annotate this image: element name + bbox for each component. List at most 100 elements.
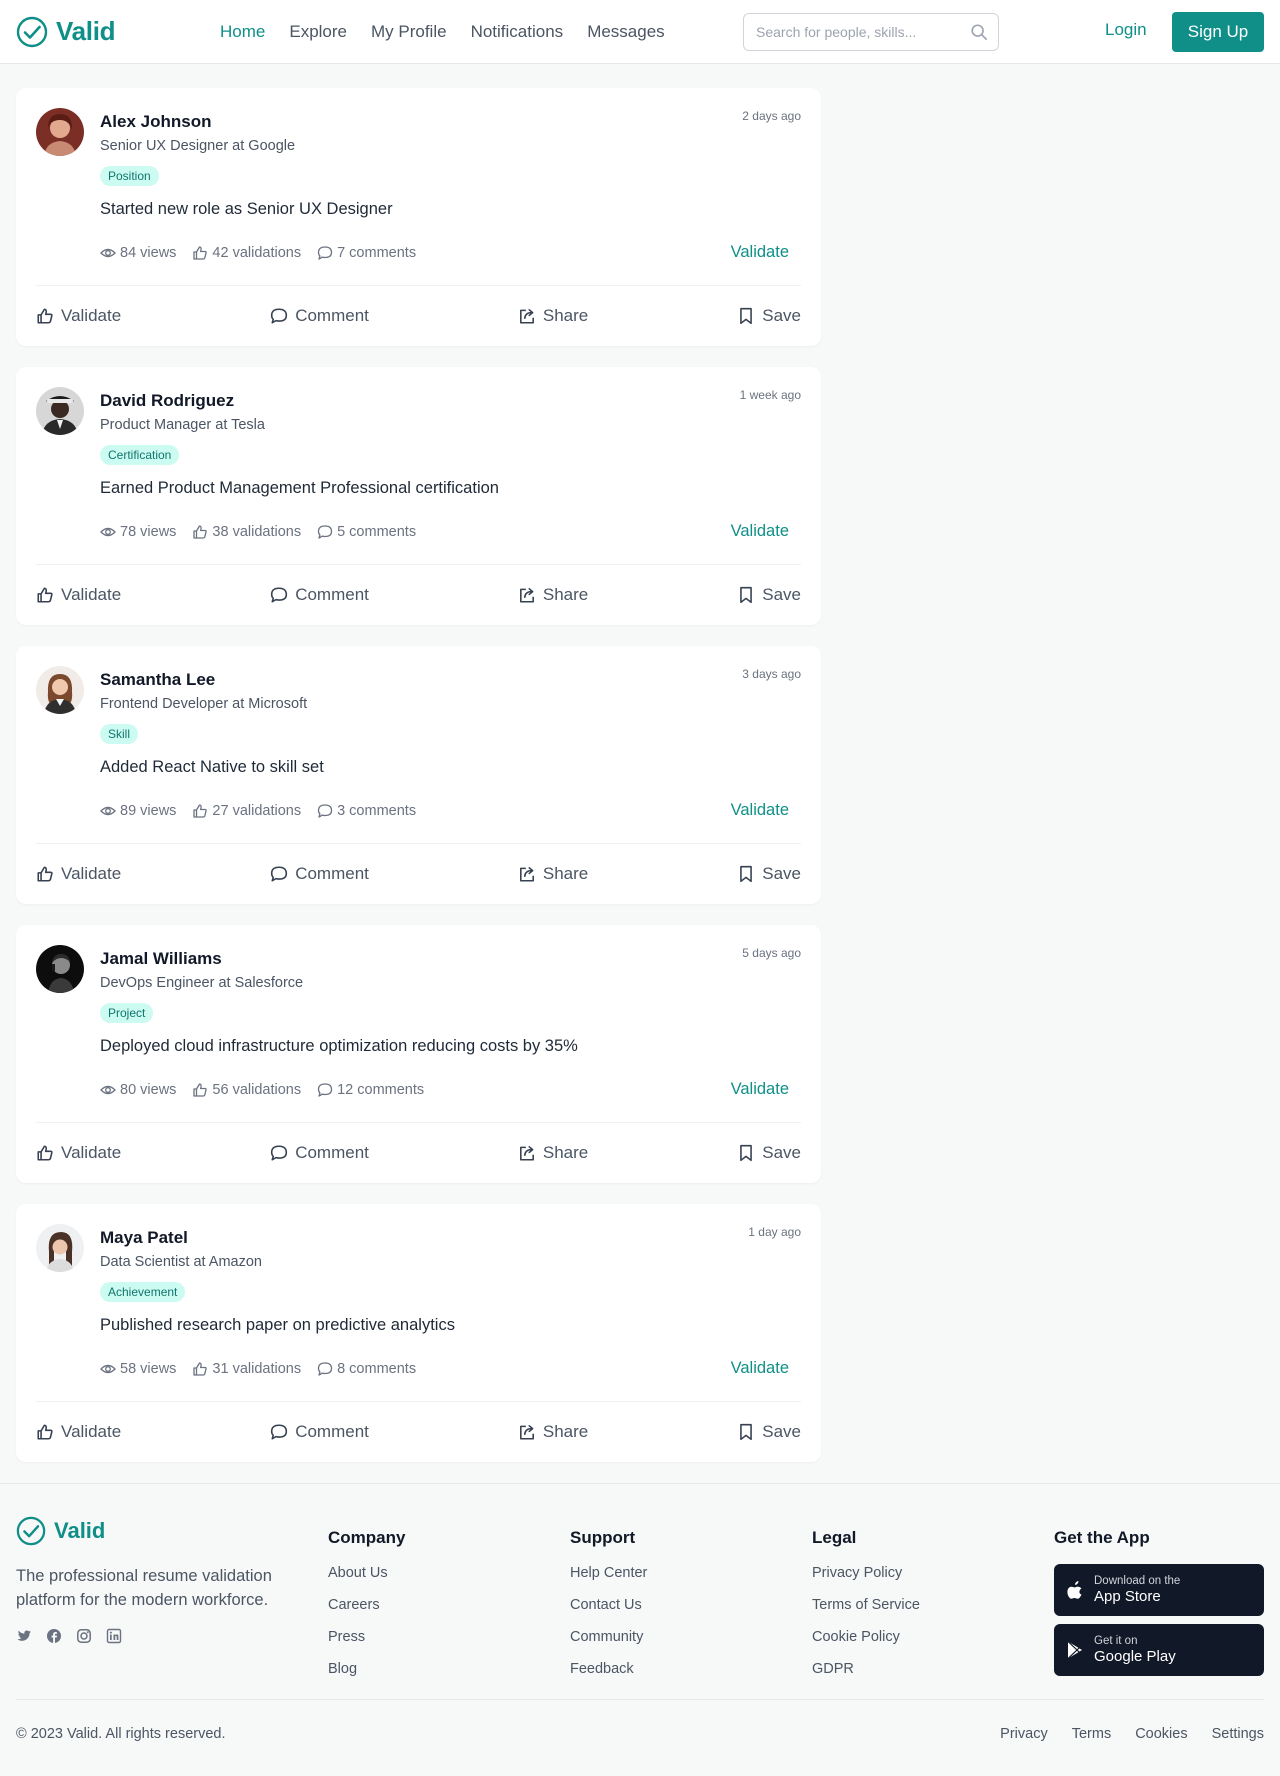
comments-stat: 5 comments	[317, 524, 416, 540]
footer-link-community[interactable]: Community	[570, 1628, 647, 1646]
save-label: Save	[762, 1143, 801, 1162]
footer-bottom-link-privacy[interactable]: Privacy	[1000, 1726, 1048, 1742]
save-button[interactable]: Save	[737, 306, 801, 326]
author-name[interactable]: Jamal Williams	[100, 949, 801, 969]
avatar[interactable]	[36, 1224, 84, 1272]
post-card: Maya Patel Data Scientist at Amazon Achi…	[16, 1204, 821, 1462]
comment-button[interactable]: Comment	[270, 864, 369, 884]
avatar[interactable]	[36, 945, 84, 993]
footer-brand: Valid The professional resume validation…	[16, 1516, 296, 1644]
nav-my-profile[interactable]: My Profile	[371, 22, 447, 42]
post-action-bar: Validate Comment Share Save	[36, 844, 801, 904]
views-count: 58 views	[120, 1361, 177, 1377]
share-icon	[519, 1146, 534, 1161]
share-button[interactable]: Share	[518, 1422, 588, 1442]
footer-bottom-link-cookies[interactable]: Cookies	[1135, 1726, 1187, 1742]
share-button[interactable]: Share	[518, 585, 588, 605]
footer-link-privacy-policy[interactable]: Privacy Policy	[812, 1564, 920, 1582]
instagram-icon[interactable]	[76, 1628, 92, 1644]
post-content: Started new role as Senior UX Designer	[100, 200, 393, 218]
footer-bottom-link-settings[interactable]: Settings	[1212, 1726, 1264, 1742]
footer-link-help-center[interactable]: Help Center	[570, 1564, 647, 1582]
facebook-icon[interactable]	[46, 1628, 62, 1644]
activity-feed: Alex Johnson Senior UX Designer at Googl…	[0, 64, 837, 1462]
footer-link-contact-us[interactable]: Contact Us	[570, 1596, 647, 1614]
footer-link-press[interactable]: Press	[328, 1628, 405, 1646]
share-button[interactable]: Share	[518, 306, 588, 326]
linkedin-icon[interactable]	[106, 1628, 122, 1644]
post-content: Published research paper on predictive a…	[100, 1316, 455, 1334]
validate-button[interactable]: Validate	[36, 1143, 121, 1163]
footer-company-column: Company About Us Careers Press Blog	[328, 1528, 405, 1692]
post-stats: 84 views 42 validations 7 comments Valid…	[100, 243, 801, 263]
share-button[interactable]: Share	[518, 1143, 588, 1163]
post-action-bar: Validate Comment Share Save	[36, 565, 801, 625]
thumbs-up-icon	[193, 1083, 208, 1097]
validate-button[interactable]: Validate	[36, 306, 121, 326]
thumbs-up-icon	[37, 1424, 53, 1440]
thumbs-up-icon	[193, 1362, 208, 1376]
brand-logo[interactable]: Valid	[16, 16, 204, 48]
share-label: Share	[542, 1422, 589, 1441]
views-count: 89 views	[120, 803, 177, 819]
comment-button[interactable]: Comment	[270, 1143, 369, 1163]
comment-button[interactable]: Comment	[270, 1422, 369, 1442]
post-type-badge: Achievement	[100, 1282, 186, 1302]
save-button[interactable]: Save	[737, 864, 801, 884]
footer-legal-heading: Legal	[812, 1528, 857, 1547]
login-button[interactable]: Login	[1105, 20, 1147, 40]
author-title: Product Manager at Tesla	[100, 417, 265, 433]
save-button[interactable]: Save	[737, 1143, 801, 1163]
validate-link-button[interactable]: Validate	[731, 1080, 789, 1099]
comment-label: Comment	[295, 864, 369, 883]
validate-link-button[interactable]: Validate	[731, 522, 789, 541]
author-name[interactable]: David Rodriguez	[100, 391, 801, 411]
signup-button[interactable]: Sign Up	[1172, 12, 1264, 52]
comment-button[interactable]: Comment	[270, 306, 369, 326]
validate-button[interactable]: Validate	[36, 585, 121, 605]
author-name[interactable]: Maya Patel	[100, 1228, 801, 1248]
footer-link-feedback[interactable]: Feedback	[570, 1660, 647, 1678]
save-button[interactable]: Save	[737, 585, 801, 605]
app-store-button[interactable]: Download on the App Store	[1054, 1564, 1264, 1616]
footer-link-terms-of-service[interactable]: Terms of Service	[812, 1596, 920, 1614]
validations-stat: 56 validations	[192, 1082, 301, 1098]
nav-messages[interactable]: Messages	[587, 22, 664, 42]
nav-explore[interactable]: Explore	[289, 22, 347, 42]
footer-link-careers[interactable]: Careers	[328, 1596, 405, 1614]
twitter-icon[interactable]	[16, 1628, 32, 1644]
footer-app-heading: Get the App	[1054, 1528, 1150, 1547]
comment-button[interactable]: Comment	[270, 585, 369, 605]
save-button[interactable]: Save	[737, 1422, 801, 1442]
footer-link-about-us[interactable]: About Us	[328, 1564, 405, 1582]
validate-link-button[interactable]: Validate	[731, 1359, 789, 1378]
footer-app-column: Get the App Download on the App Store Ge…	[1054, 1528, 1264, 1684]
footer-link-gdpr[interactable]: GDPR	[812, 1660, 920, 1678]
avatar[interactable]	[36, 666, 84, 714]
author-name[interactable]: Alex Johnson	[100, 112, 801, 132]
thumbs-up-icon	[37, 308, 53, 324]
google-play-button[interactable]: Get it on Google Play	[1054, 1624, 1264, 1676]
top-navbar: Valid Home Explore My Profile Notificati…	[0, 0, 1280, 64]
validate-link-button[interactable]: Validate	[731, 801, 789, 820]
share-label: Share	[542, 864, 589, 883]
validate-link-button[interactable]: Validate	[731, 243, 789, 262]
validate-button[interactable]: Validate	[36, 1422, 121, 1442]
avatar[interactable]	[36, 108, 84, 156]
footer-link-blog[interactable]: Blog	[328, 1660, 405, 1678]
eye-icon	[100, 806, 116, 816]
share-button[interactable]: Share	[518, 864, 588, 884]
validate-button[interactable]: Validate	[36, 864, 121, 884]
main-nav: Home Explore My Profile Notifications Me…	[220, 22, 665, 42]
post-card: David Rodriguez Product Manager at Tesla…	[16, 367, 821, 625]
author-name[interactable]: Samantha Lee	[100, 670, 801, 690]
avatar[interactable]	[36, 387, 84, 435]
footer-bottom-link-terms[interactable]: Terms	[1072, 1726, 1111, 1742]
post-card: Samantha Lee Frontend Developer at Micro…	[16, 646, 821, 904]
footer-link-cookie-policy[interactable]: Cookie Policy	[812, 1628, 920, 1646]
footer-logo[interactable]: Valid	[16, 1516, 296, 1546]
search-icon[interactable]	[970, 23, 988, 41]
search-input[interactable]	[756, 24, 956, 40]
nav-home[interactable]: Home	[220, 22, 265, 42]
nav-notifications[interactable]: Notifications	[471, 22, 564, 42]
